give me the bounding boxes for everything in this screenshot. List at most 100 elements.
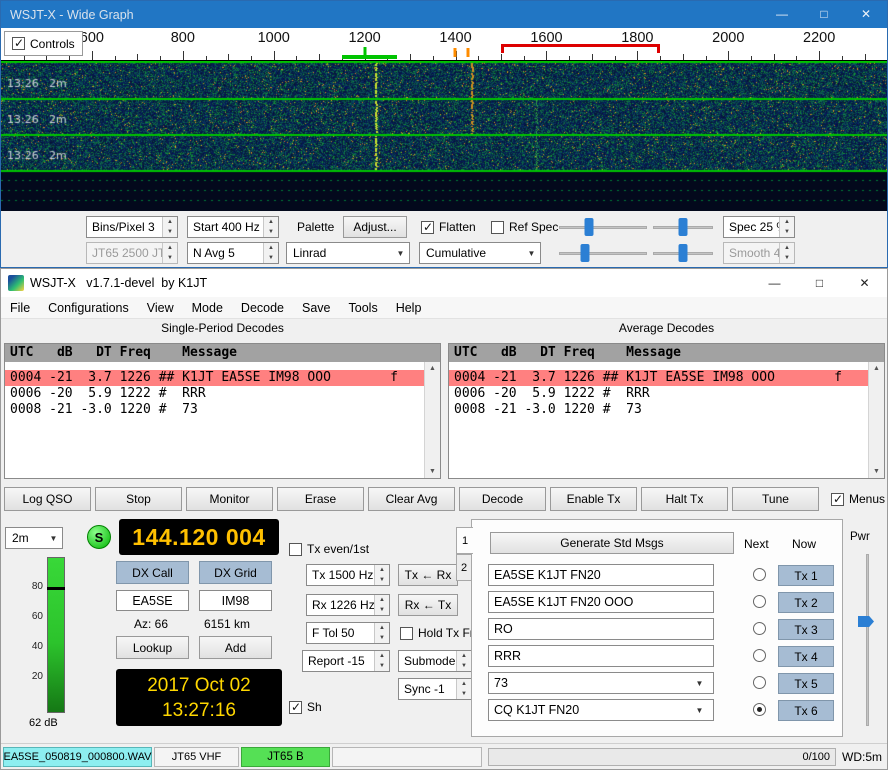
close-button[interactable]: ✕	[845, 1, 887, 28]
menu-file[interactable]: File	[1, 301, 39, 315]
status-indicator[interactable]: S	[87, 525, 111, 549]
dx-call-field[interactable]: EA5SE	[116, 590, 189, 611]
maximize-button[interactable]: □	[803, 1, 845, 28]
tx1-message-field[interactable]: EA5SE K1JT FN20	[488, 564, 714, 586]
sync-arrows[interactable]: ▲▼	[456, 679, 471, 699]
spin-up-icon[interactable]: ▲	[375, 565, 389, 575]
enable-tx-button[interactable]: Enable Tx	[550, 487, 637, 511]
f-tol-spinner[interactable]: F Tol 50 ▲▼	[306, 622, 390, 644]
tx6-message-combo[interactable]: CQ K1JT FN20▼	[488, 699, 714, 721]
spec-percent-spinner[interactable]: Spec 25 % ▲▼	[723, 216, 795, 238]
tab-2[interactable]: 2	[456, 554, 472, 581]
spin-up-icon[interactable]: ▲	[375, 651, 389, 661]
ref-spec-checkbox[interactable]: Ref Spec	[491, 220, 558, 234]
halt-tx-button[interactable]: Halt Tx	[641, 487, 728, 511]
scroll-up-icon[interactable]: ▲	[425, 365, 440, 372]
n-avg-spinner[interactable]: N Avg 5 ▲▼	[187, 242, 279, 264]
spin-down-icon[interactable]: ▼	[163, 227, 177, 237]
menu-decode[interactable]: Decode	[232, 301, 293, 315]
lookup-button[interactable]: Lookup	[116, 636, 189, 659]
menus-checkbox-box[interactable]	[831, 493, 844, 506]
n-avg-arrows[interactable]: ▲▼	[263, 243, 278, 263]
menu-tools[interactable]: Tools	[340, 301, 387, 315]
tx-from-rx-button[interactable]: Tx ← Rx	[398, 564, 458, 586]
generate-std-msgs-button[interactable]: Generate Std Msgs	[490, 532, 734, 554]
tab-1[interactable]: 1	[456, 527, 473, 554]
minimize-button[interactable]: —	[752, 269, 797, 297]
scroll-down-icon[interactable]: ▼	[869, 468, 884, 475]
spin-down-icon[interactable]: ▼	[375, 605, 389, 615]
waterfall-canvas[interactable]	[1, 61, 887, 211]
tx4-message-field[interactable]: RRR	[488, 645, 714, 667]
pwr-slider[interactable]	[857, 554, 877, 726]
ref-spec-checkbox-box[interactable]	[491, 221, 504, 234]
freq-scale[interactable]: Controls 6008001000120014001600180020002…	[1, 28, 887, 61]
spin-up-icon[interactable]: ▲	[375, 595, 389, 605]
spin-up-icon[interactable]: ▲	[780, 217, 794, 227]
monitor-button[interactable]: Monitor	[186, 487, 273, 511]
tx5-next-radio[interactable]	[753, 676, 766, 689]
chevron-down-icon[interactable]: ▼	[45, 534, 62, 543]
menu-mode[interactable]: Mode	[183, 301, 232, 315]
hold-tx-freq-checkbox-box[interactable]	[400, 627, 413, 640]
decode-row[interactable]: 0004 -21 3.7 1226 ## K1JT EA5SE IM98 OOO…	[449, 370, 868, 386]
sync-spinner[interactable]: Sync -1 ▲▼	[398, 678, 472, 700]
spin-up-icon[interactable]: ▲	[264, 243, 278, 253]
dx-call-button[interactable]: DX Call	[116, 561, 189, 584]
tx4-next-radio[interactable]	[753, 649, 766, 662]
chevron-down-icon[interactable]: ▼	[392, 249, 409, 258]
add-button[interactable]: Add	[199, 636, 272, 659]
start-freq-spinner[interactable]: Start 400 Hz ▲▼	[187, 216, 279, 238]
log-qso-button[interactable]: Log QSO	[4, 487, 91, 511]
chevron-down-icon[interactable]: ▼	[691, 706, 708, 715]
tx-even-checkbox-box[interactable]	[289, 543, 302, 556]
tx5-message-combo[interactable]: 73▼	[488, 672, 714, 694]
scroll-down-icon[interactable]: ▼	[425, 468, 440, 475]
spin-up-icon[interactable]: ▲	[163, 217, 177, 227]
tx-freq-arrows[interactable]: ▲▼	[374, 565, 389, 585]
rx-from-tx-button[interactable]: Rx ← Tx	[398, 594, 458, 616]
slider-handle[interactable]	[679, 218, 688, 236]
slider-handle[interactable]	[679, 244, 688, 262]
tx3-message-field[interactable]: RO	[488, 618, 714, 640]
stop-button[interactable]: Stop	[95, 487, 182, 511]
report-spinner[interactable]: Report -15 ▲▼	[302, 650, 390, 672]
tx6-next-radio[interactable]	[753, 703, 766, 716]
controls-checkbox[interactable]: Controls	[4, 31, 83, 56]
decode-row[interactable]: 0006 -20 5.9 1222 # RRR	[449, 386, 868, 402]
waterfall-zero-slider[interactable]	[653, 218, 713, 236]
tx3-button[interactable]: Tx 3	[778, 619, 834, 640]
menu-view[interactable]: View	[138, 301, 183, 315]
slider-handle[interactable]	[581, 244, 590, 262]
tune-button[interactable]: Tune	[732, 487, 819, 511]
dx-grid-field[interactable]: IM98	[199, 590, 272, 611]
flatten-checkbox-box[interactable]	[421, 221, 434, 234]
tx4-button[interactable]: Tx 4	[778, 646, 834, 667]
single-decodes-table[interactable]: UTC dB DT Freq Message 0004 -21 3.7 1226…	[4, 343, 441, 479]
tx1-button[interactable]: Tx 1	[778, 565, 834, 586]
rx-freq-arrows[interactable]: ▲▼	[374, 595, 389, 615]
menu-help[interactable]: Help	[387, 301, 431, 315]
spin-up-icon[interactable]: ▲	[375, 623, 389, 633]
spin-down-icon[interactable]: ▼	[457, 689, 471, 699]
waterfall-gain-slider[interactable]	[559, 218, 647, 236]
spin-down-icon[interactable]: ▼	[780, 227, 794, 237]
chevron-down-icon[interactable]: ▼	[523, 249, 540, 258]
sh-checkbox-box[interactable]	[289, 701, 302, 714]
spin-down-icon[interactable]: ▼	[264, 253, 278, 263]
tx-even-checkbox[interactable]: Tx even/1st	[289, 542, 369, 556]
adjust-button[interactable]: Adjust...	[343, 216, 407, 238]
menu-save[interactable]: Save	[293, 301, 340, 315]
erase-button[interactable]: Erase	[277, 487, 364, 511]
tx2-button[interactable]: Tx 2	[778, 592, 834, 613]
spin-down-icon[interactable]: ▼	[375, 661, 389, 671]
decode-row[interactable]: 0008 -21 -3.0 1220 # 73	[5, 402, 424, 418]
tx3-next-radio[interactable]	[753, 622, 766, 635]
tx2-next-radio[interactable]	[753, 595, 766, 608]
spin-down-icon[interactable]: ▼	[375, 575, 389, 585]
bins-pixel-arrows[interactable]: ▲▼	[162, 217, 177, 237]
scrollbar[interactable]: ▲▼	[424, 362, 440, 478]
average-decodes-table[interactable]: UTC dB DT Freq Message 0004 -21 3.7 1226…	[448, 343, 885, 479]
clear-avg-button[interactable]: Clear Avg	[368, 487, 455, 511]
spin-up-icon[interactable]: ▲	[264, 217, 278, 227]
